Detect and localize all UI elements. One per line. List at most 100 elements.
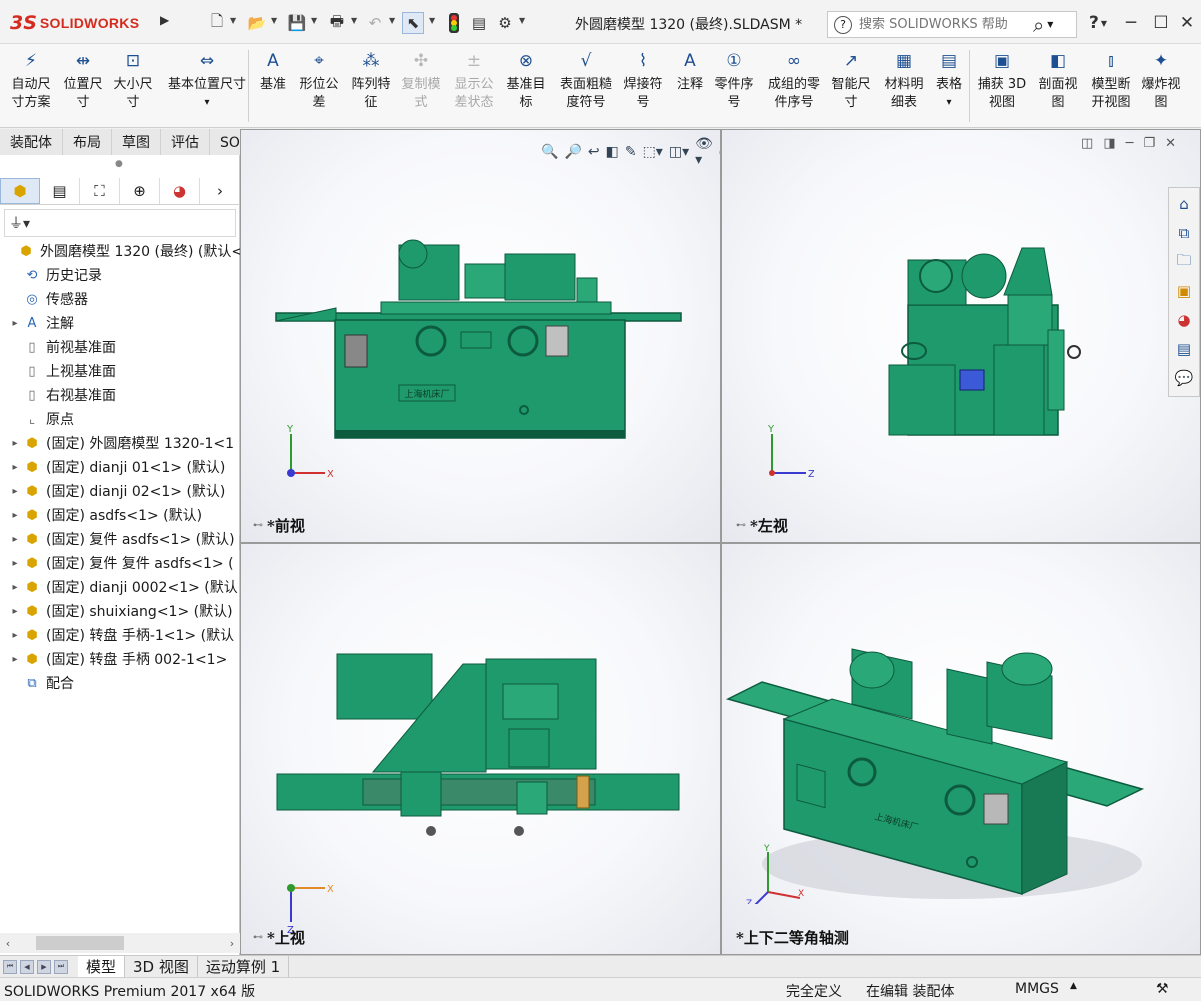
viewport-left[interactable]: ◫ ◨ ─ ❐ ✕ Z Y ⊷ *左视 (721, 129, 1201, 543)
unit-system-button[interactable]: MMGS (1015, 981, 1059, 997)
tree-item[interactable]: ▸ A 注解 (0, 311, 240, 335)
tree-item[interactable]: ▸ ⬢ (固定) 转盘 手柄 002-1<1> (0, 647, 240, 671)
tree-item[interactable]: ⬢ 外圆磨模型 1320 (最终) (默认< (0, 239, 240, 263)
appearances-scenes-icon[interactable]: ◕ (1171, 307, 1197, 333)
basic-location-dim-button[interactable]: ⇔ 基本位置尺寸 ▾ (165, 48, 249, 124)
tree-item[interactable]: ▸ ⬢ (固定) dianji 0002<1> (默认 (0, 575, 240, 599)
solidworks-resources-home-icon[interactable]: ⌂ (1171, 191, 1197, 217)
expand-arrow-icon[interactable]: ▸ (8, 462, 22, 473)
note-button[interactable]: A 注释 (673, 48, 707, 124)
chevron-down-icon[interactable]: ▼ (519, 16, 525, 25)
new-file-icon[interactable]: 🗋 (206, 12, 228, 34)
expand-arrow-icon[interactable]: ▸ (8, 558, 22, 569)
tree-item[interactable]: ▸ ⬢ (固定) asdfs<1> (默认) (0, 503, 240, 527)
property-manager-tab-icon[interactable]: ▤ (40, 177, 80, 204)
surface-finish-button[interactable]: √ 表面粗糙 度符号 (555, 48, 617, 124)
rebuild-status-icon[interactable]: ⚒ (1156, 981, 1169, 997)
chevron-down-icon[interactable]: ▼ (1047, 20, 1053, 29)
weld-symbol-button[interactable]: ⌇ 焊接符号 (620, 48, 666, 124)
chevron-down-icon[interactable]: ▼ (389, 16, 395, 25)
print-icon[interactable]: 🖶 (326, 12, 348, 34)
viewport-front[interactable]: 🔍 🔎 ↩ ◧ ✎ ⬚▾ ◫▾ 👁▾ ◕ ◐▾ 🖵▾ 上海机床厂 X (240, 129, 721, 543)
menu-expand-arrow-icon[interactable]: ▶ (160, 13, 169, 27)
tree-filter-box[interactable]: ⏚▾ (4, 209, 236, 237)
link-views-icon[interactable]: ⊷ (253, 932, 263, 943)
expand-arrow-icon[interactable]: ▸ (8, 438, 22, 449)
open-file-icon[interactable]: 📂 (246, 12, 268, 34)
design-library-icon[interactable]: ⧉ (1171, 220, 1197, 246)
tree-item[interactable]: ⟲ 历史记录 (0, 263, 240, 287)
exploded-view-button[interactable]: ✦ 爆炸视图 (1138, 48, 1184, 124)
tab-bottom-0[interactable]: 模型 (78, 955, 126, 978)
table-button[interactable]: ▤ 表格 ▾ (932, 48, 966, 124)
link-views-icon[interactable]: ⊷ (253, 520, 263, 531)
tab-command-1[interactable]: 布局 (63, 129, 112, 155)
chevron-down-icon[interactable]: ▼ (311, 16, 317, 25)
section-view-button[interactable]: ◧ 剖面视图 (1035, 48, 1081, 124)
expand-arrow-icon[interactable]: ▸ (8, 534, 22, 545)
chevron-down-icon[interactable]: ▾ (204, 94, 209, 112)
tree-item[interactable]: ▸ ⬢ (固定) 外圆磨模型 1320-1<1 (0, 431, 240, 455)
chevron-down-icon[interactable]: ▾ (946, 94, 951, 112)
tree-item[interactable]: ▯ 右视基准面 (0, 383, 240, 407)
tree-item[interactable]: ▯ 前视基准面 (0, 335, 240, 359)
more-tabs-chevron-icon[interactable]: › (200, 178, 240, 204)
tree-item[interactable]: ▸ ⬢ (固定) 复件 asdfs<1> (默认) (0, 527, 240, 551)
copy-scheme-button[interactable]: ✣ 复制模式 (398, 48, 444, 124)
expand-arrow-icon[interactable]: ▸ (8, 510, 22, 521)
expand-arrow-icon[interactable]: ▸ (8, 486, 22, 497)
link-views-icon[interactable]: ⊷ (736, 520, 746, 531)
display-manager-tab-icon[interactable]: ◕ (160, 177, 200, 204)
chevron-down-icon[interactable]: ▼ (429, 16, 435, 25)
tree-item[interactable]: ⧉ 配合 (0, 671, 240, 695)
configuration-manager-tab-icon[interactable]: ⛶ (80, 177, 120, 204)
viewport-isometric[interactable]: 上海机床厂 X Y Z *上下二等角轴测 (721, 543, 1201, 955)
tree-item[interactable]: ⌞ 原点 (0, 407, 240, 431)
feature-tree-tab-icon[interactable]: ⬢ (0, 177, 40, 204)
capture-3d-view-button[interactable]: ▣ 捕获 3D 视图 (975, 48, 1029, 124)
scrollbar-thumb[interactable] (36, 936, 124, 950)
model-break-view-button[interactable]: ⫾ 模型断 开视图 (1087, 48, 1135, 124)
custom-properties-icon[interactable]: ▤ (1171, 336, 1197, 362)
datum-button[interactable]: A 基准 (256, 48, 290, 124)
tree-item[interactable]: ◎ 传感器 (0, 287, 240, 311)
select-cursor-icon[interactable]: ⬉ (402, 12, 424, 34)
help-menu-button[interactable]: ? ▼ (1083, 10, 1113, 36)
tab-last-icon[interactable]: ⏭ (54, 959, 68, 974)
scroll-left-icon[interactable]: ‹ (0, 937, 16, 950)
show-tolerance-status-button[interactable]: ± 显示公 差状态 (450, 48, 498, 124)
tab-command-0[interactable]: 装配体 (0, 129, 63, 155)
tree-item[interactable]: ▸ ⬢ (固定) 复件 复件 asdfs<1> ( (0, 551, 240, 575)
location-dim-button[interactable]: ⇹ 位置尺寸 (60, 48, 106, 124)
chevron-down-icon[interactable]: ▼ (230, 16, 236, 25)
datum-target-button[interactable]: ⊗ 基准目标 (503, 48, 549, 124)
close-button[interactable]: ✕ (1172, 10, 1201, 36)
tree-item[interactable]: ▸ ⬢ (固定) dianji 02<1> (默认) (0, 479, 240, 503)
file-properties-icon[interactable]: ▤ (468, 12, 490, 34)
tree-item[interactable]: ▸ ⬢ (固定) 转盘 手柄-1<1> (默认 (0, 623, 240, 647)
smart-dimension-button[interactable]: ↗ 智能尺寸 (828, 48, 874, 124)
expand-arrow-icon[interactable]: ▸ (8, 630, 22, 641)
geometric-tolerance-button[interactable]: ⌖ 形位公差 (296, 48, 342, 124)
view-palette-icon[interactable]: ▣ (1171, 278, 1197, 304)
tab-command-2[interactable]: 草图 (112, 129, 161, 155)
help-search-box[interactable]: ? ⌕ ▼ (827, 11, 1077, 38)
pane-resize-handle[interactable]: ● (115, 159, 123, 169)
help-search-input[interactable] (859, 17, 1029, 32)
tree-item[interactable]: ▸ ⬢ (固定) dianji 01<1> (默认) (0, 455, 240, 479)
file-explorer-folder-icon[interactable]: 🗀 (1171, 249, 1197, 275)
units-chevron-icon[interactable]: ▲ (1070, 981, 1077, 991)
viewport-top[interactable]: X Z ⊷ *上视 (240, 543, 721, 955)
filter-icon[interactable]: ⏚▾ (9, 213, 30, 233)
tab-bottom-2[interactable]: 运动算例 1 (198, 955, 290, 978)
stacked-balloon-button[interactable]: ∞ 成组的零 件序号 (762, 48, 826, 124)
dimxpert-manager-tab-icon[interactable]: ⊕ (120, 177, 160, 204)
chevron-down-icon[interactable]: ▼ (271, 16, 277, 25)
tab-command-3[interactable]: 评估 (161, 129, 210, 155)
search-icon[interactable]: ⌕ (1033, 13, 1044, 37)
tree-item[interactable]: ▯ 上视基准面 (0, 359, 240, 383)
solidworks-logo[interactable]: 3S SOLIDWORKS (10, 10, 154, 36)
tab-next-icon[interactable]: ▶ (37, 959, 51, 974)
balloon-button[interactable]: ① 零件序号 (711, 48, 757, 124)
tab-prev-icon[interactable]: ◀ (20, 959, 34, 974)
